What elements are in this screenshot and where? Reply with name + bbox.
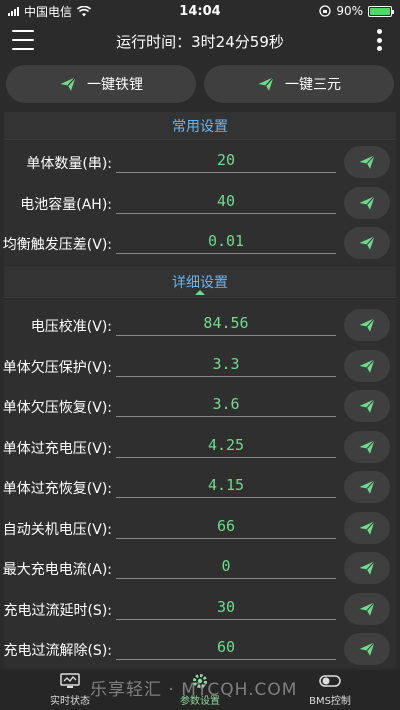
battery-icon bbox=[368, 5, 394, 17]
setting-row: 单体过充恢复(V): 4.15 bbox=[2, 468, 396, 509]
send-button[interactable] bbox=[344, 430, 390, 463]
setting-value-input[interactable]: 66 bbox=[116, 513, 336, 539]
send-icon bbox=[359, 154, 375, 169]
setting-row: 自动关机电压(V): 66 bbox=[2, 509, 396, 550]
setting-value-input[interactable]: 30 bbox=[116, 594, 336, 620]
send-button[interactable] bbox=[344, 349, 390, 382]
status-right: 90% bbox=[319, 4, 394, 18]
send-button[interactable] bbox=[344, 552, 390, 584]
setting-value-input[interactable]: 40 bbox=[116, 188, 336, 214]
send-icon bbox=[359, 641, 375, 656]
setting-value-input[interactable]: 3.3 bbox=[116, 351, 336, 377]
wifi-icon bbox=[77, 5, 92, 16]
send-button[interactable] bbox=[344, 146, 390, 178]
one-click-lithium-iron-button[interactable]: 一键铁锂 bbox=[6, 65, 196, 103]
setting-label: 单体过充恢复(V): bbox=[2, 481, 112, 497]
watermark-text: 乐享轻汇 · MYCQH.COM bbox=[90, 680, 298, 700]
send-icon bbox=[359, 317, 375, 332]
one-click-ternary-button[interactable]: 一键三元 bbox=[204, 65, 394, 103]
send-icon bbox=[359, 439, 375, 454]
lithium-iron-label: 一键铁锂 bbox=[87, 77, 143, 93]
setting-label: 充电过流解除(S): bbox=[3, 643, 112, 659]
setting-value-input[interactable]: 0 bbox=[116, 553, 336, 579]
detail-settings-header[interactable]: 详细设置 bbox=[4, 266, 396, 298]
setting-label: 最大充电电流(A): bbox=[2, 562, 112, 578]
send-button[interactable] bbox=[344, 186, 390, 219]
send-icon bbox=[359, 560, 375, 575]
send-button[interactable] bbox=[344, 390, 390, 422]
setting-value-input[interactable]: 3.6 bbox=[116, 391, 336, 417]
setting-label: 单体数量(串): bbox=[26, 156, 112, 172]
setting-label: 单体过充电压(V): bbox=[2, 440, 112, 457]
send-button[interactable] bbox=[344, 227, 390, 259]
setting-row: 单体欠压恢复(V): 3.6 bbox=[2, 387, 396, 428]
send-icon bbox=[359, 601, 375, 616]
setting-value-input[interactable]: 0.01 bbox=[116, 228, 336, 254]
send-button[interactable] bbox=[344, 511, 390, 544]
send-icon bbox=[359, 479, 375, 494]
setting-row: 单体欠压保护(V): 3.3 bbox=[2, 347, 396, 388]
status-left: 中国电信 bbox=[8, 3, 92, 20]
send-button[interactable] bbox=[344, 633, 390, 665]
common-settings-title: 常用设置 bbox=[172, 118, 228, 135]
app-header: 运行时间：3时24分59秒 bbox=[0, 22, 400, 60]
detail-settings-list: 电压校准(V): 84.56 单体欠压保护(V): 3.3 单体欠压恢复(V):… bbox=[2, 306, 396, 671]
send-button[interactable] bbox=[344, 471, 390, 503]
setting-row: 电压校准(V): 84.56 bbox=[4, 306, 396, 347]
collapse-caret-icon bbox=[195, 290, 205, 295]
detail-settings-title: 详细设置 bbox=[172, 274, 228, 291]
orientation-lock-icon bbox=[319, 5, 331, 17]
setting-value-input[interactable]: 4.25 bbox=[116, 432, 336, 458]
setting-value-input[interactable]: 60 bbox=[116, 634, 336, 660]
setting-row: 最大充电电流(A): 0 bbox=[2, 549, 396, 590]
send-icon bbox=[359, 195, 375, 210]
tab-label: 实时状态 bbox=[50, 696, 90, 707]
runtime-title: 运行时间：3时24分59秒 bbox=[116, 32, 284, 51]
setting-label: 充电过流延时(S): bbox=[3, 602, 112, 619]
send-icon bbox=[60, 76, 76, 91]
monitor-icon bbox=[60, 673, 80, 688]
tab-label: BMS控制 bbox=[309, 696, 351, 707]
send-icon bbox=[359, 520, 375, 535]
setting-value-input[interactable]: 20 bbox=[116, 147, 336, 173]
toggle-icon bbox=[319, 675, 341, 687]
send-icon bbox=[359, 358, 375, 373]
setting-value-input[interactable]: 84.56 bbox=[116, 310, 336, 336]
setting-row: 电池容量(AH): 40 bbox=[4, 184, 396, 225]
setting-label: 单体欠压保护(V): bbox=[2, 359, 112, 376]
setting-row: 单体过充电压(V): 4.25 bbox=[2, 428, 396, 469]
send-button[interactable] bbox=[344, 592, 390, 625]
setting-label: 单体欠压恢复(V): bbox=[2, 400, 112, 416]
menu-icon[interactable] bbox=[12, 30, 34, 50]
setting-row: 单体数量(串): 20 bbox=[4, 143, 396, 184]
setting-label: 电池容量(AH): bbox=[20, 196, 112, 213]
ternary-label: 一键三元 bbox=[285, 77, 341, 93]
send-button[interactable] bbox=[344, 309, 390, 341]
status-bar: 中国电信 14:04 90% bbox=[0, 0, 400, 22]
battery-percent: 90% bbox=[336, 4, 363, 18]
setting-row: 充电过流解除(S): 60 bbox=[3, 630, 396, 671]
setting-label: 均衡触发压差(V): bbox=[2, 237, 112, 253]
tab-bms-control[interactable]: BMS控制 bbox=[290, 670, 370, 710]
setting-value-input[interactable]: 4.15 bbox=[116, 472, 336, 498]
signal-icon bbox=[8, 6, 19, 16]
carrier-label: 中国电信 bbox=[24, 4, 73, 19]
quick-actions: 一键铁锂 一键三元 bbox=[6, 65, 394, 103]
setting-row: 充电过流延时(S): 30 bbox=[3, 590, 396, 631]
more-options-icon[interactable] bbox=[376, 29, 382, 51]
common-settings-list: 单体数量(串): 20 电池容量(AH): 40 均衡触发压差(V): 0.01 bbox=[2, 143, 396, 265]
setting-row: 均衡触发压差(V): 0.01 bbox=[2, 224, 396, 265]
send-icon bbox=[359, 398, 375, 413]
setting-label: 电压校准(V): bbox=[30, 319, 112, 335]
send-icon bbox=[359, 235, 375, 250]
send-icon bbox=[258, 76, 274, 91]
setting-label: 自动关机电压(V): bbox=[2, 521, 112, 538]
common-settings-header: 常用设置 bbox=[4, 112, 396, 140]
